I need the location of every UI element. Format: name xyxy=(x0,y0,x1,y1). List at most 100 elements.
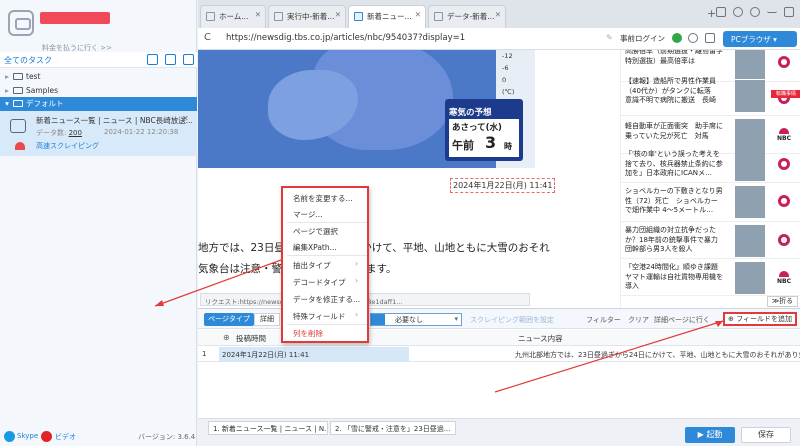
data-count-label: データ数: xyxy=(36,129,67,137)
chevron-down-icon[interactable]: ▾ xyxy=(454,315,458,323)
news-title[interactable]: 軽自動車が正面衝突 助手席に乗っていた兄が死亡 対馬 xyxy=(625,122,723,141)
help-icon[interactable] xyxy=(750,7,760,17)
new-task-icon[interactable] xyxy=(147,54,158,65)
window-icon[interactable] xyxy=(716,7,726,17)
news-thumbnail[interactable] xyxy=(735,80,765,112)
clear-button[interactable]: クリア xyxy=(628,315,649,325)
reload-icon[interactable]: C xyxy=(204,32,211,43)
new-tab-button[interactable]: + xyxy=(707,7,716,20)
column-header[interactable]: ニュース内容 xyxy=(518,333,563,344)
list-item[interactable]: 「空港24時間化」順ゆき課題ヤマト運輸は自社貨物専用機を導入 NBC xyxy=(621,260,800,296)
news-thumbnail[interactable] xyxy=(735,225,765,257)
move-icon[interactable]: ⊕ xyxy=(223,333,230,342)
step-tab-1[interactable]: 1. 新着ニュース一覧 | ニュース | N... xyxy=(208,421,328,435)
tab-data[interactable]: データ-新着... ✕ xyxy=(428,5,506,28)
flower-logo-icon xyxy=(778,234,790,246)
collapse-icon[interactable]: ▾ xyxy=(3,97,11,111)
station-logo-icon xyxy=(771,189,797,215)
news-thumbnail[interactable] xyxy=(735,262,765,294)
user-area: 料金を払うに行く >> xyxy=(0,0,197,52)
news-title[interactable]: 【速報】造船所で男性作業員（40代か）がタンクに転落 意識不明で病院に搬送 長崎 xyxy=(625,77,723,106)
list-item[interactable]: 【速報】造船所で男性作業員（40代か）がタンクに転落 意識不明で病院に搬送 長崎… xyxy=(621,72,800,116)
tab-label: データ-新着... xyxy=(447,12,495,21)
menu-item-modify-data[interactable]: データを修正する... xyxy=(293,294,360,305)
expand-icon[interactable]: ▸ xyxy=(3,70,11,84)
column-header[interactable]: 投稿時間 xyxy=(236,333,266,344)
menu-item-merge[interactable]: マージ... xyxy=(293,209,323,220)
run-button[interactable]: ▶ 起動 xyxy=(685,427,735,443)
news-title[interactable]: ショベルカーの下敷きとなり男性（72）死亡 ショベルカーで畑作業中 4～5メート… xyxy=(625,187,723,216)
news-title[interactable]: 「空港24時間化」順ゆき課題ヤマト運輸は自社貨物専用機を導入 xyxy=(625,263,723,292)
table-row[interactable]: 1 2024年1月22日(月) 11:41 九州北部地方では、23日昼過ぎから2… xyxy=(198,347,800,362)
page-type-button[interactable]: ページタイプ xyxy=(204,313,254,326)
news-title[interactable]: 高勝宿率（前期選抜・離島留学特別選抜）最高倍率は xyxy=(625,50,723,66)
list-item[interactable]: ショベルカーの下敷きとなり男性（72）死亡 ショベルカーで畑作業中 4～5メート… xyxy=(621,184,800,222)
menu-item-special-field[interactable]: 特殊フィールド xyxy=(293,311,345,322)
pre-login-button[interactable]: 事前ログイン xyxy=(620,33,665,44)
close-icon[interactable]: ✕ xyxy=(495,10,501,19)
set-scrape-range-link[interactable]: スクレイピング範囲を設定 xyxy=(470,315,554,325)
image-icon[interactable] xyxy=(705,33,715,43)
close-icon[interactable]: ✕ xyxy=(255,10,261,19)
video-link[interactable]: ビデオ xyxy=(55,432,76,442)
task-mode-link[interactable]: 高速スクレイピング xyxy=(36,141,99,151)
tab-running[interactable]: 実行中-新着... ✕ xyxy=(268,5,346,28)
close-icon[interactable]: ✕ xyxy=(335,10,341,19)
edit-pencil-icon[interactable]: ✎ xyxy=(606,33,613,42)
page-icon xyxy=(206,12,215,21)
forecast-box: 寒気の予想 あさって(水) 午前 3 時 xyxy=(445,99,523,161)
tab-news-active[interactable]: 新着ニュー... ✕ xyxy=(348,5,426,28)
url-input[interactable]: https://newsdig.tbs.co.jp/articles/nbc/9… xyxy=(226,33,465,43)
menu-item-decode-type[interactable]: デコードタイプ xyxy=(293,277,346,288)
table-cell[interactable]: 2024年1月22日(月) 11:41 xyxy=(219,347,409,362)
tree-item-samples[interactable]: ▸ Samples xyxy=(0,84,197,98)
go-detail-page-button[interactable]: 詳細ページに行く xyxy=(654,315,710,325)
tree-item-default[interactable]: ▾ デフォルト xyxy=(0,97,197,111)
news-title[interactable]: 暴力団組織の対立抗争だったか？18年前の銃撃事件で暴力団幹部ら男3人を殺人 xyxy=(625,226,723,255)
menu-item-select-in-page[interactable]: ページで選択 xyxy=(293,226,338,237)
article-text[interactable]: 地方では、23日昼過ぎから24日にかけて、平地、山地ともに大雪のおそれ xyxy=(198,240,550,255)
detail-button[interactable]: 詳細 xyxy=(254,313,280,326)
expand-icon[interactable]: ▸ xyxy=(3,84,11,98)
page-icon xyxy=(434,12,443,21)
youtube-icon[interactable] xyxy=(41,431,52,442)
pc-browser-dropdown[interactable]: PCブラウザ ▾ xyxy=(723,31,797,47)
import-icon[interactable] xyxy=(183,54,194,65)
skype-link[interactable]: Skype xyxy=(17,432,38,440)
news-title[interactable]: 「'核の傘'という誤った考えを捨て去り、核兵器禁止条約に参加を」日本政府にICA… xyxy=(625,150,723,179)
news-thumbnail[interactable] xyxy=(735,186,765,218)
maximize-icon[interactable] xyxy=(784,7,794,17)
collapse-button[interactable]: ≫折る xyxy=(767,296,798,307)
task-item[interactable]: 新着ニュース一覧 | ニュース | NBC長崎放送... ✕ データ数: 200… xyxy=(0,111,197,156)
settings-icon[interactable] xyxy=(733,7,743,17)
news-thumbnail[interactable] xyxy=(735,149,765,181)
menu-item-delete-column[interactable]: 列を削除 xyxy=(293,328,323,339)
filter-button[interactable]: フィルター xyxy=(586,315,621,325)
skype-icon[interactable] xyxy=(4,431,15,442)
list-item[interactable]: 暴力団組織の対立抗争だったか？18年前の銃撃事件で暴力団幹部ら男3人を殺人 xyxy=(621,223,800,259)
speed-icon xyxy=(15,142,25,150)
task-timestamp: 2024-01-22 12:20:38 xyxy=(104,128,179,136)
list-item[interactable]: 「'核の傘'という誤った考えを捨て去り、核兵器禁止条約に参加を」日本政府にICA… xyxy=(621,147,800,183)
minimize-icon[interactable] xyxy=(767,7,777,13)
data-count-value[interactable]: 200 xyxy=(69,129,82,137)
selection-dropdown[interactable]: 必要なし ▾ xyxy=(370,313,462,326)
news-sidebar: 高勝宿率（前期選抜・離島留学特別選抜）最高倍率は 【速報】造船所で男性作業員（4… xyxy=(620,50,800,308)
close-icon[interactable]: ✕ xyxy=(415,10,421,19)
menu-item-edit-xpath[interactable]: 編集XPath... xyxy=(293,242,337,253)
publish-date[interactable]: 2024年1月22日(月) 11:41 xyxy=(450,178,556,193)
menu-item-extract-type[interactable]: 抽出タイプ xyxy=(293,260,331,271)
tree-item-test[interactable]: ▸ test xyxy=(0,70,197,84)
table-cell[interactable]: 九州北部地方では、23日昼過ぎから24日にかけて、平地、山地ともに大雪のおそれが… xyxy=(515,350,800,360)
step-tab-2[interactable]: 2. 「雪に警戒・注意を」23日昼過... xyxy=(330,421,456,435)
clock-icon[interactable] xyxy=(688,33,698,43)
flower-logo-icon xyxy=(778,158,790,170)
menu-item-rename[interactable]: 名前を変更する... xyxy=(293,193,353,204)
tab-home[interactable]: ホーム... ✕ xyxy=(200,5,266,28)
menu-divider xyxy=(287,324,367,325)
add-group-icon[interactable] xyxy=(165,54,176,65)
nbc-logo-icon: NBC xyxy=(773,128,795,142)
save-button[interactable]: 保存 xyxy=(741,427,791,443)
add-field-button[interactable]: ⊕ フィールドを追加 xyxy=(723,312,797,326)
close-icon[interactable]: ✕ xyxy=(182,114,189,123)
